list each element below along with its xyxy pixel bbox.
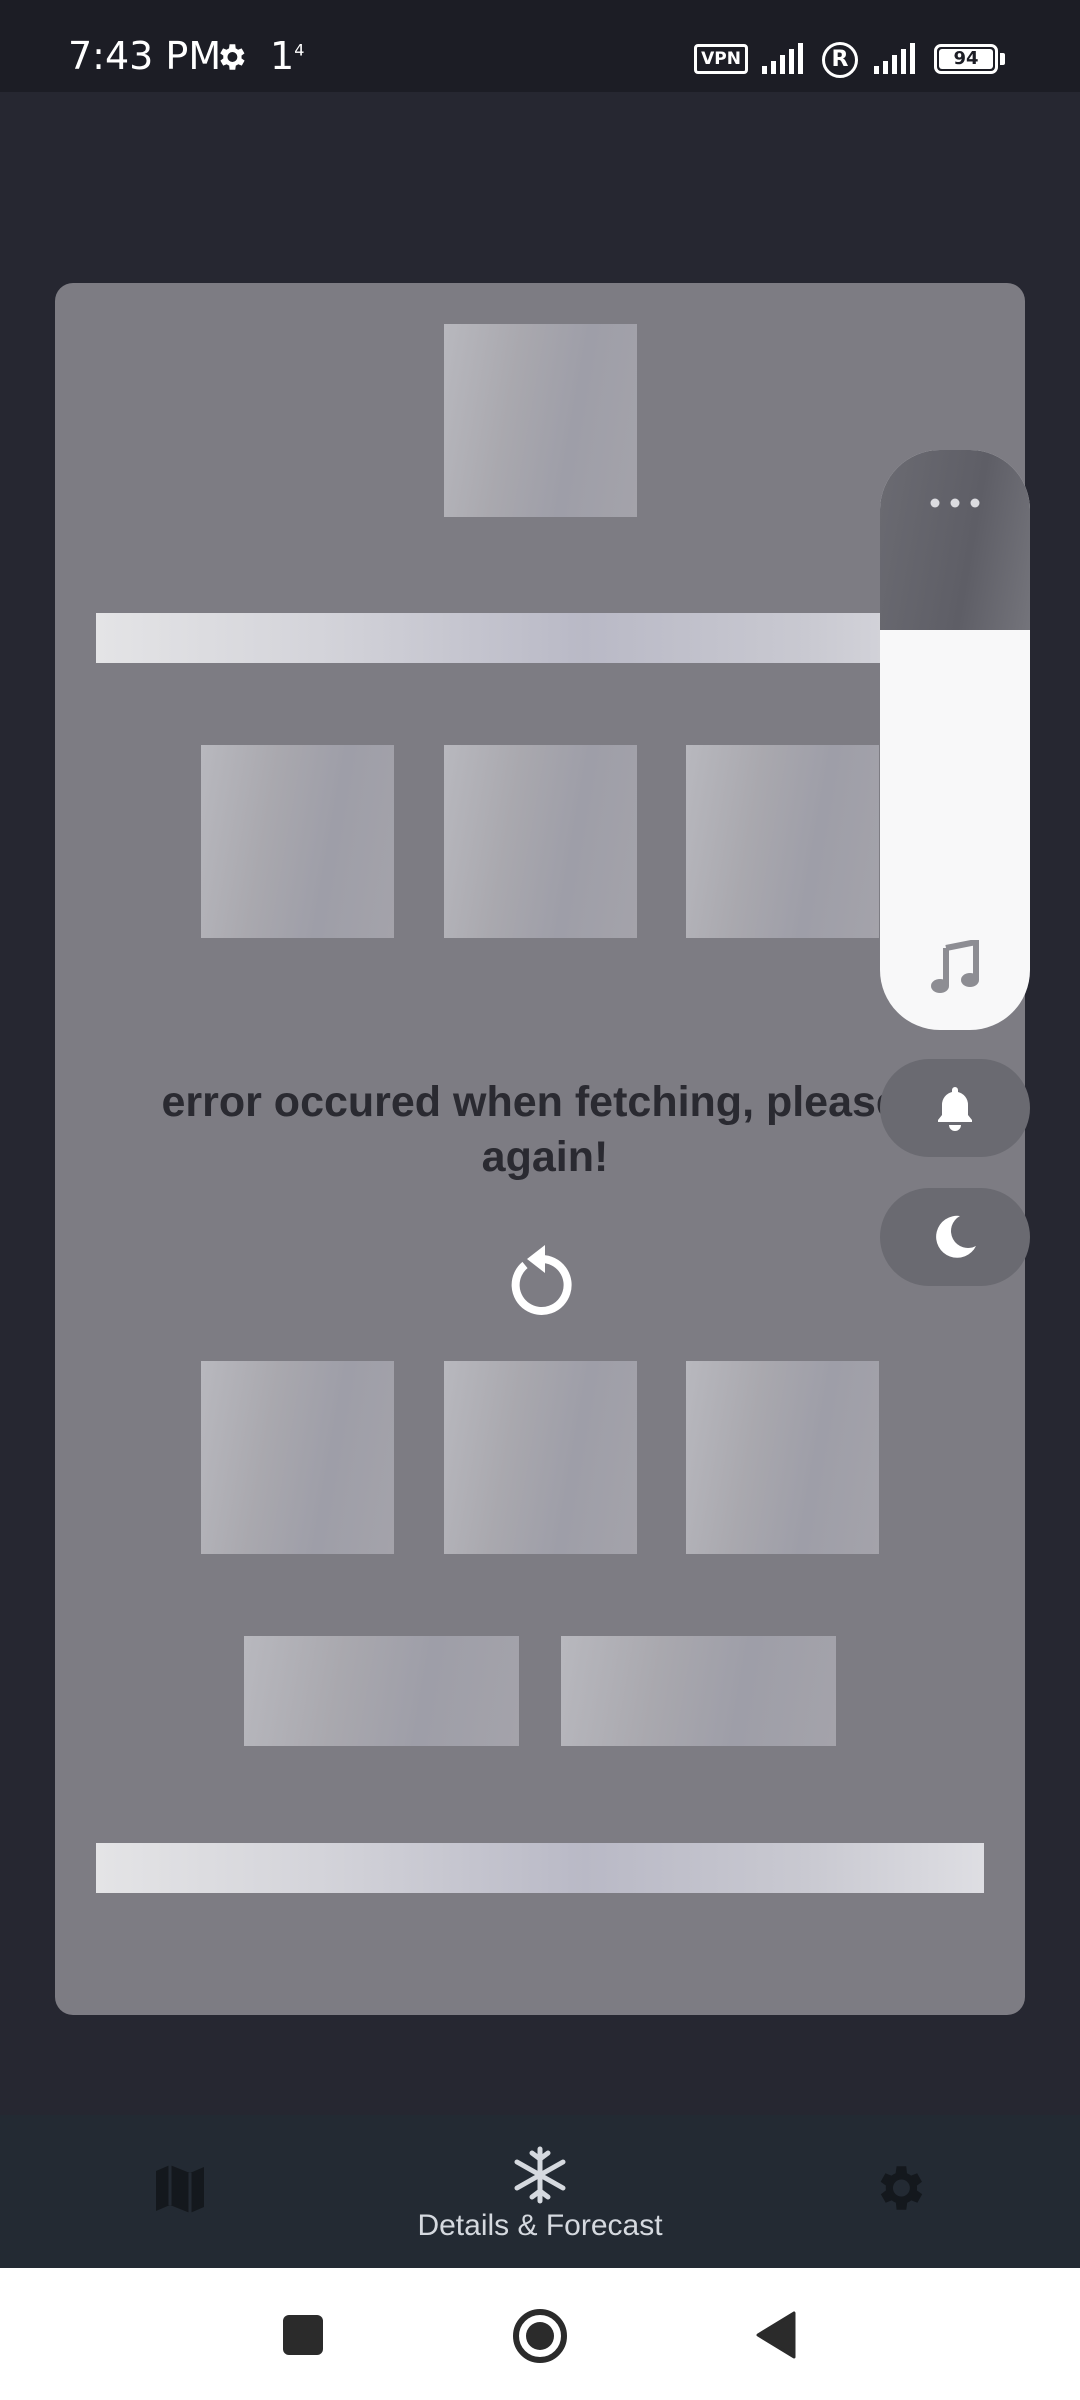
- battery-tip: [1000, 53, 1005, 65]
- skeleton-bar-top: [96, 613, 984, 663]
- battery-icon: 94: [934, 44, 998, 74]
- recents-square-icon[interactable]: [283, 2315, 323, 2355]
- status-bar: 7:43 PM 14 VPN R 94: [0, 0, 1080, 92]
- skeleton-tile: [444, 745, 637, 938]
- error-line-1: error occured when fetching, please r: [161, 1078, 929, 1126]
- skeleton-tile: [686, 1361, 879, 1554]
- notification-volume-button[interactable]: [880, 1059, 1030, 1157]
- battery-level: 94: [939, 49, 993, 69]
- dnd-button[interactable]: [880, 1188, 1030, 1286]
- skeleton-wide-tile: [244, 1636, 519, 1746]
- skeleton-tile: [201, 1361, 394, 1554]
- gear-icon[interactable]: [870, 2159, 928, 2217]
- bottom-nav: Details & Forecast: [0, 2115, 1080, 2268]
- skeleton-tile: [686, 745, 879, 938]
- more-dots-icon[interactable]: [928, 496, 982, 510]
- skeleton-icon-placeholder: [444, 324, 637, 517]
- signal-icon-2: [874, 43, 915, 74]
- roaming-icon: R: [822, 42, 858, 78]
- system-nav-bar: [0, 2268, 1080, 2400]
- nav-label-details-forecast[interactable]: Details & Forecast: [340, 2209, 740, 2243]
- panel-top: [880, 450, 1030, 630]
- skeleton-tile: [444, 1361, 637, 1554]
- map-icon[interactable]: [152, 2161, 208, 2217]
- status-extra: 14: [270, 34, 305, 78]
- error-line-2: again!: [481, 1133, 609, 1181]
- back-triangle-icon[interactable]: [754, 2310, 796, 2360]
- skeleton-bar-bottom: [96, 1843, 984, 1893]
- vpn-icon: VPN: [694, 44, 748, 74]
- refresh-icon[interactable]: [507, 1241, 577, 1317]
- gear-notification-icon: [220, 44, 245, 70]
- skeleton-tile: [201, 745, 394, 938]
- error-message: error occured when fetching, please r ag…: [95, 1075, 995, 1185]
- signal-icon: [762, 43, 803, 74]
- home-circle-icon[interactable]: [512, 2308, 568, 2364]
- skeleton-wide-tile: [561, 1636, 836, 1746]
- music-note-icon[interactable]: [930, 940, 980, 994]
- floating-volume-panel[interactable]: [880, 450, 1030, 1030]
- bell-icon: [938, 1087, 972, 1131]
- snowflake-icon[interactable]: [510, 2145, 570, 2205]
- moon-icon: [936, 1215, 976, 1258]
- status-time: 7:43 PM: [68, 34, 222, 78]
